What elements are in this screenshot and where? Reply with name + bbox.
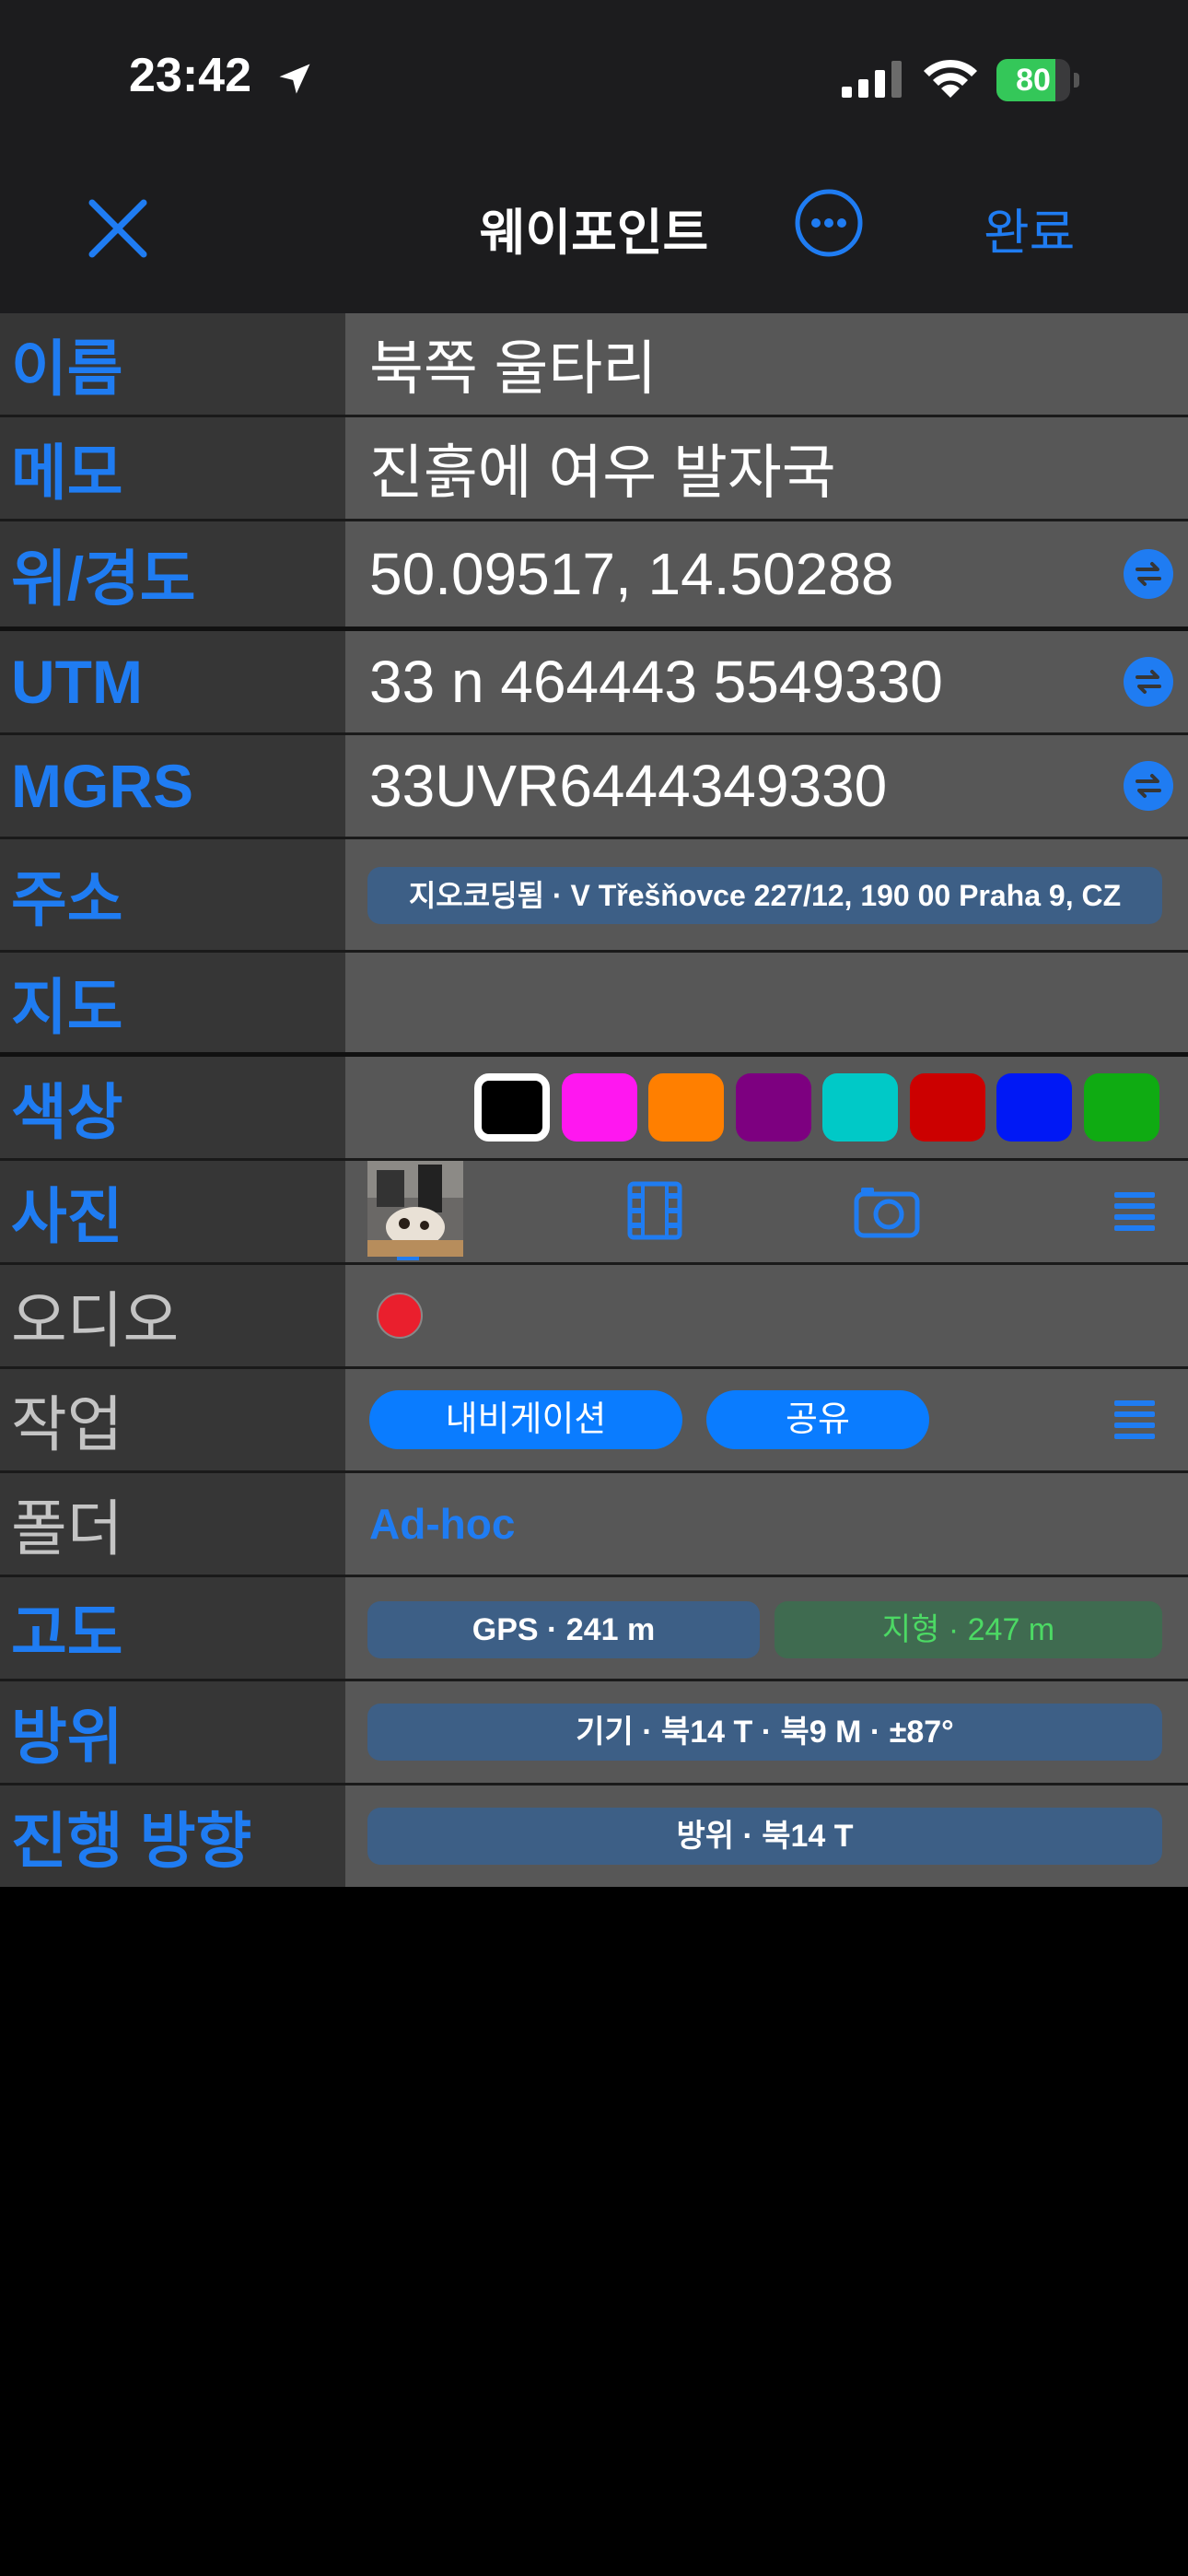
audio-row: 오디오 bbox=[0, 1265, 1188, 1369]
color-swatch[interactable] bbox=[909, 1073, 985, 1142]
color-swatch[interactable] bbox=[822, 1073, 898, 1142]
share-button[interactable]: 공유 bbox=[706, 1390, 929, 1449]
altitude-gps-badge[interactable]: GPS · 241 m bbox=[367, 1601, 760, 1658]
latlon-label: 위/경도 bbox=[11, 544, 196, 613]
memo-label: 메모 bbox=[11, 439, 123, 507]
photo-row: 사진 bbox=[0, 1161, 1188, 1265]
photo-thumbnail[interactable] bbox=[367, 1161, 463, 1257]
name-label: 이름 bbox=[11, 334, 123, 403]
done-button[interactable]: 완료 bbox=[984, 192, 1075, 264]
bearing-row: 방위 기기 · 북14 T · 북9 M · ±87° bbox=[0, 1681, 1188, 1786]
menu-list-icon[interactable] bbox=[1114, 1399, 1155, 1441]
color-swatch[interactable] bbox=[648, 1073, 724, 1142]
folder-label: 폴더 bbox=[11, 1494, 123, 1563]
address-badge[interactable]: 지오코딩됨 · V Třešňovce 227/12, 190 00 Praha… bbox=[367, 867, 1162, 924]
latlon-row: 위/경도 50.09517, 14.50288 bbox=[0, 521, 1188, 631]
heading-badge[interactable]: 방위 · 북14 T bbox=[367, 1808, 1162, 1865]
name-row: 이름 북쪽 울타리 bbox=[0, 313, 1188, 417]
map-label: 지도 bbox=[11, 973, 123, 1041]
navigate-button[interactable]: 내비게이션 bbox=[369, 1390, 682, 1449]
bearing-badge[interactable]: 기기 · 북14 T · 북9 M · ±87° bbox=[367, 1704, 1162, 1761]
mgrs-label: MGRS bbox=[11, 752, 193, 820]
cellular-signal-icon bbox=[842, 61, 902, 98]
color-swatch[interactable] bbox=[474, 1073, 550, 1142]
altitude-label: 고도 bbox=[11, 1598, 123, 1667]
page-title: 웨이포인트 bbox=[479, 205, 709, 261]
close-icon[interactable] bbox=[85, 195, 151, 262]
name-field[interactable]: 북쪽 울타리 bbox=[369, 322, 657, 406]
more-options-icon[interactable] bbox=[794, 188, 864, 258]
nav-bar: 웨이포인트 완료 bbox=[0, 157, 1188, 313]
waypoint-form: 이름 북쪽 울타리 메모 진흙에 여우 발자국 위/경도 50.09517, 1… bbox=[0, 313, 1188, 1887]
map-preview[interactable] bbox=[345, 953, 1188, 1052]
memo-row: 메모 진흙에 여우 발자국 bbox=[0, 417, 1188, 521]
actions-row: 작업 내비게이션 공유 bbox=[0, 1369, 1188, 1473]
menu-list-icon[interactable] bbox=[1114, 1190, 1155, 1233]
altitude-row: 고도 GPS · 241 m 지형 · 247 m bbox=[0, 1577, 1188, 1681]
folder-row: 폴더 Ad-hoc bbox=[0, 1473, 1188, 1577]
utm-field[interactable]: 33 n 464443 5549330 bbox=[369, 648, 943, 716]
mgrs-field[interactable]: 33UVR6444349330 bbox=[369, 752, 887, 820]
heading-row: 진행 방향 방위 · 북14 T bbox=[0, 1786, 1188, 1887]
battery-indicator: 80 bbox=[996, 59, 1081, 101]
status-time: 23:42 bbox=[129, 49, 251, 102]
folder-link[interactable]: Ad-hoc bbox=[369, 1499, 515, 1549]
status-bar: 23:42 80 bbox=[0, 0, 1188, 157]
color-swatch[interactable] bbox=[561, 1073, 637, 1142]
convert-icon[interactable] bbox=[1124, 761, 1173, 811]
memo-field[interactable]: 진흙에 여우 발자국 bbox=[369, 426, 836, 510]
mgrs-row: MGRS 33UVR6444349330 bbox=[0, 735, 1188, 839]
wifi-icon bbox=[924, 59, 977, 98]
camera-icon[interactable] bbox=[854, 1185, 920, 1238]
battery-percent: 80 bbox=[1016, 63, 1051, 98]
map-row: 지도 bbox=[0, 953, 1188, 1057]
location-arrow-icon bbox=[279, 64, 310, 94]
color-row: 색상 bbox=[0, 1057, 1188, 1161]
heading-label: 진행 방향 bbox=[11, 1807, 252, 1875]
audio-label: 오디오 bbox=[11, 1286, 180, 1354]
color-swatches bbox=[345, 1057, 1188, 1158]
address-row: 주소 지오코딩됨 · V Třešňovce 227/12, 190 00 Pr… bbox=[0, 839, 1188, 953]
latlon-field[interactable]: 50.09517, 14.50288 bbox=[369, 540, 893, 608]
address-label: 주소 bbox=[11, 865, 123, 933]
convert-icon[interactable] bbox=[1124, 657, 1173, 707]
color-label: 색상 bbox=[11, 1078, 123, 1146]
utm-label: UTM bbox=[11, 648, 143, 716]
bearing-label: 방위 bbox=[11, 1703, 123, 1771]
photo-label: 사진 bbox=[11, 1182, 123, 1250]
convert-icon[interactable] bbox=[1124, 549, 1173, 599]
actions-label: 작업 bbox=[11, 1390, 123, 1458]
color-swatch[interactable] bbox=[735, 1073, 811, 1142]
color-swatch[interactable] bbox=[996, 1073, 1072, 1142]
altitude-terrain-badge[interactable]: 지형 · 247 m bbox=[775, 1601, 1162, 1658]
color-swatch[interactable] bbox=[1083, 1073, 1159, 1142]
utm-row: UTM 33 n 464443 5549330 bbox=[0, 631, 1188, 735]
video-icon[interactable] bbox=[627, 1181, 682, 1240]
thumbnail-indicator bbox=[397, 1257, 419, 1260]
record-button[interactable] bbox=[377, 1293, 423, 1339]
